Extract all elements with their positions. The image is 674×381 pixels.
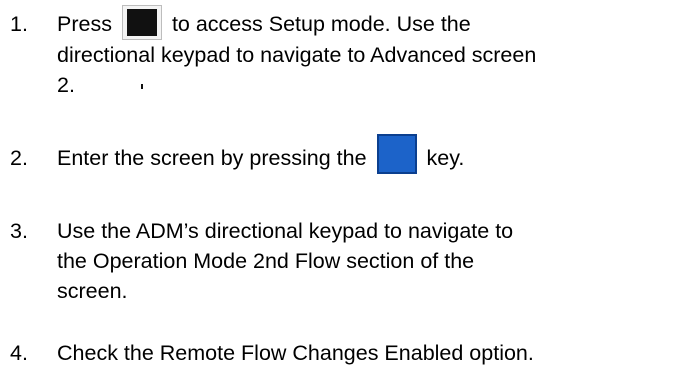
step-text-segment: Press [57,12,112,36]
step-text: Press to access Setup mode. Use the dire… [57,4,650,100]
step-2: 2. Enter the screen by pressing the key. [10,134,650,229]
step-4: 4. Check the Remote Flow Changes Enabled… [10,338,650,368]
edit-enter-key-icon [376,134,417,229]
step-text-segment: to access Setup mode. Use the [171,12,471,36]
step-line: Press to access Setup mode. Use the [57,4,650,91]
step-line: screen. [57,279,128,303]
step-text: Enter the screen by pressing the key. [57,134,650,229]
step-number: 1. [10,12,28,36]
step-number: 4. [10,341,28,365]
step-line: Enter the screen by pressing the key. [57,134,650,229]
step-text-segment: key. [426,146,465,170]
step-line: Use the ADM’s directional keypad to navi… [57,219,514,243]
step-text: Check the Remote Flow Changes Enabled op… [57,338,650,368]
step-3: 3. Use the ADM’s directional keypad to n… [10,216,650,306]
step-number: 3. [10,219,28,243]
step-line: Check the Remote Flow Changes Enabled op… [57,341,534,365]
step-text-segment: Enter the screen by pressing the [57,146,367,170]
step-number: 2. [10,146,28,170]
step-1: 1. Press to access Setup mode. Use the d… [10,4,650,100]
unlock-key-icon [121,4,162,91]
step-line: the Operation Mode 2nd Flow section of t… [57,249,475,273]
step-text: Use the ADM’s directional keypad to navi… [57,216,650,306]
